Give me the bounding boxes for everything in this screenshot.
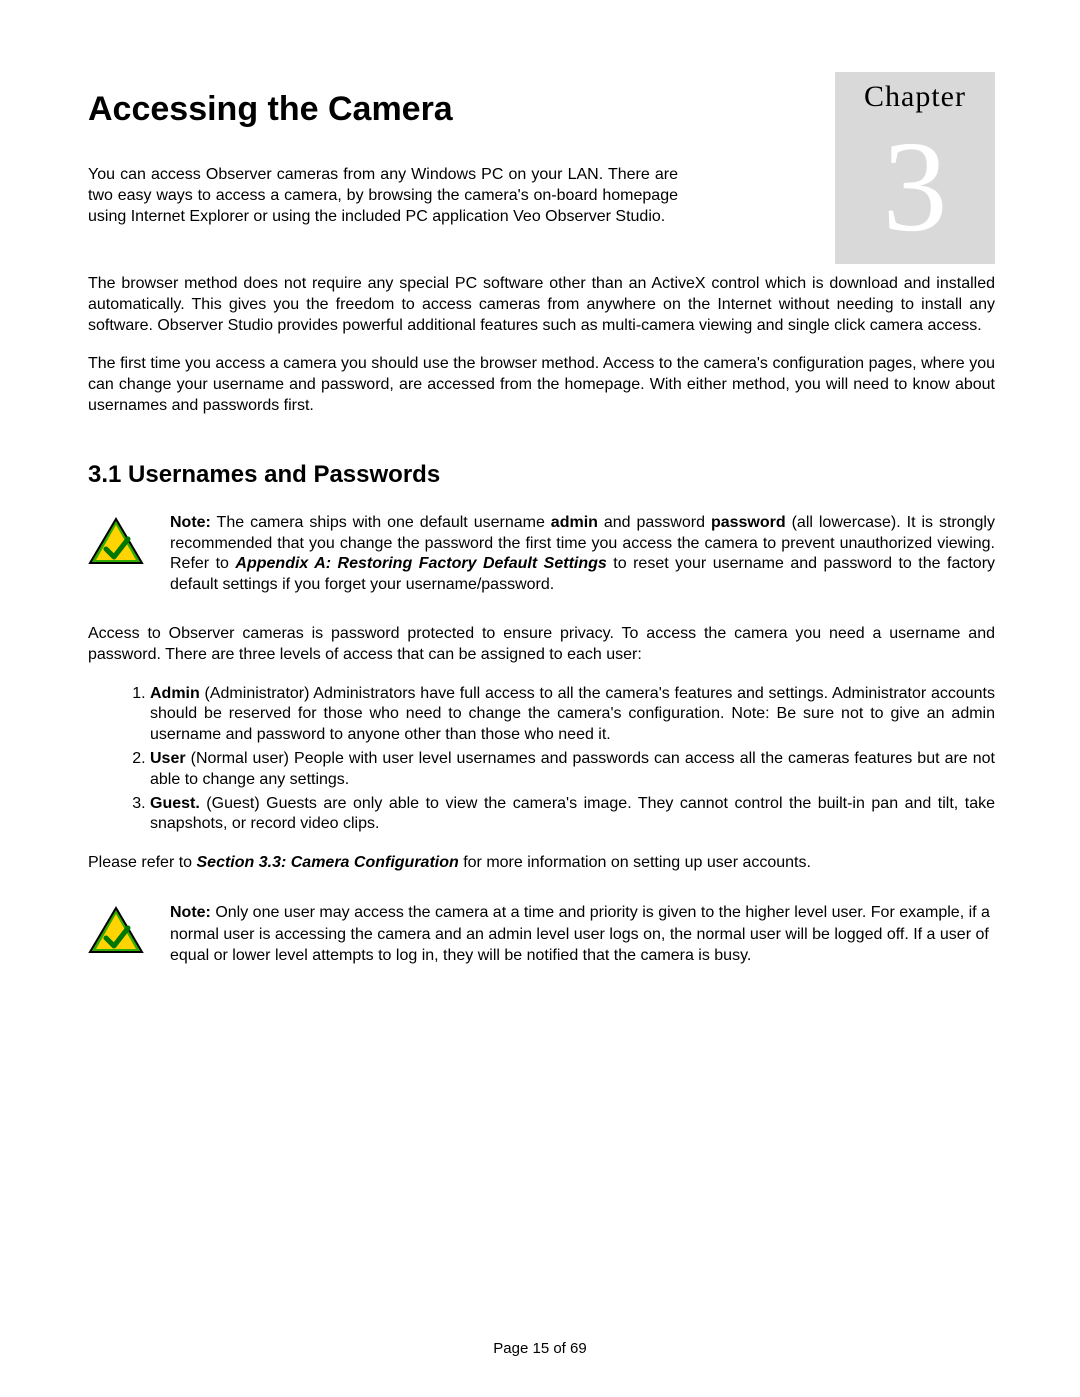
list-item: Admin (Administrator) Administrators hav… xyxy=(150,684,995,746)
note-label: Note: xyxy=(170,514,211,531)
list-item: User (Normal user) People with user leve… xyxy=(150,749,995,791)
note-block-1: Note: The camera ships with one default … xyxy=(88,513,995,596)
page-footer: Page 15 of 69 xyxy=(0,1340,1080,1357)
intro-paragraph-3: The first time you access a camera you s… xyxy=(88,354,995,416)
appendix-reference: Appendix A: Restoring Factory Default Se… xyxy=(235,555,606,572)
access-paragraph: Access to Observer cameras is password p… xyxy=(88,624,995,666)
intro-paragraph-2: The browser method does not require any … xyxy=(88,274,995,336)
chapter-word: Chapter xyxy=(835,80,995,114)
access-levels-list: Admin (Administrator) Administrators hav… xyxy=(88,684,995,836)
chapter-badge: Chapter 3 xyxy=(835,72,995,264)
note-text-2: Note: Only one user may access the camer… xyxy=(170,902,995,967)
note-text-1: Note: The camera ships with one default … xyxy=(170,513,995,596)
list-item: Guest. (Guest) Guests are only able to v… xyxy=(150,794,995,836)
note-block-2: Note: Only one user may access the camer… xyxy=(88,902,995,967)
warning-check-icon xyxy=(88,902,144,956)
intro-paragraph-1: You can access Observer cameras from any… xyxy=(88,165,678,227)
note-label: Note: xyxy=(170,904,211,921)
warning-check-icon xyxy=(88,513,144,567)
refer-paragraph: Please refer to Section 3.3: Camera Conf… xyxy=(88,853,995,874)
chapter-number: 3 xyxy=(835,122,995,252)
section-reference: Section 3.3: Camera Configuration xyxy=(197,854,459,871)
section-heading-3-1: 3.1 Usernames and Passwords xyxy=(88,461,995,489)
